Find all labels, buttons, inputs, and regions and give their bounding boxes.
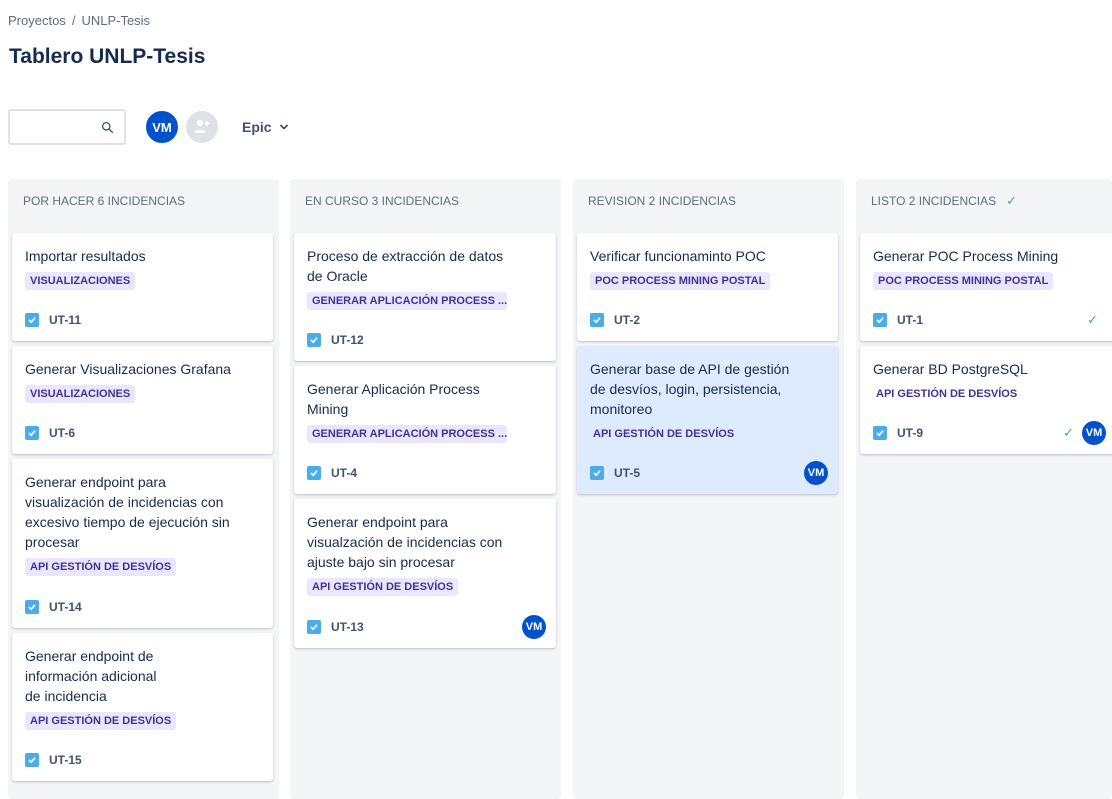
task-checkbox-icon xyxy=(873,426,887,440)
page-title: Tablero UNLP-Tesis xyxy=(9,45,206,68)
column-header: REVISION 2 INCIDENCIAS xyxy=(573,179,844,223)
card-title: Importar resultados xyxy=(25,248,146,264)
card-title: Generar endpoint para visualización de i… xyxy=(25,474,230,550)
issue-key: UT-6 xyxy=(49,426,76,440)
column-header-label: LISTO 2 INCIDENCIAS xyxy=(871,194,997,208)
task-checkbox-icon xyxy=(25,600,39,614)
task-checkbox-icon xyxy=(307,333,321,347)
issue-card[interactable]: Generar Visualizaciones Grafana VISUALIZ… xyxy=(12,346,273,454)
issue-key: UT-2 xyxy=(614,313,641,327)
breadcrumb-project-link[interactable]: UNLP-Tesis xyxy=(81,13,150,28)
card-title: Proceso de extracción de datos de Oracle xyxy=(307,248,504,284)
column-in-progress: EN CURSO 3 INCIDENCIAS Proceso de extrac… xyxy=(290,179,561,799)
done-checkmark-icon: ✓ xyxy=(1063,425,1074,440)
epic-tag: GENERAR APLICACIÓN PROCESS ... xyxy=(307,425,507,443)
column-header-label: EN CURSO 3 INCIDENCIAS xyxy=(305,194,460,208)
checkmark-icon: ✓ xyxy=(1006,193,1018,208)
column-done: LISTO 2 INCIDENCIAS ✓ Generar POC Proces… xyxy=(856,179,1112,799)
breadcrumb: Proyectos / UNLP-Tesis xyxy=(8,13,150,28)
board-toolbar: VM Epic xyxy=(8,107,289,147)
task-checkbox-icon xyxy=(307,466,321,480)
chevron-down-icon xyxy=(279,124,288,130)
issue-key: UT-13 xyxy=(331,620,364,634)
issue-card[interactable]: Generar endpoint de información adiciona… xyxy=(12,633,273,781)
epic-filter-label: Epic xyxy=(242,119,272,135)
column-header: EN CURSO 3 INCIDENCIAS xyxy=(290,179,561,223)
task-checkbox-icon xyxy=(307,620,321,634)
epic-tag: API GESTIÓN DE DESVÍOS xyxy=(593,428,735,440)
task-checkbox-icon xyxy=(873,313,887,327)
epic-tag: VISUALIZACIONES xyxy=(25,272,136,290)
issue-key: UT-15 xyxy=(49,753,82,767)
column-review: REVISION 2 INCIDENCIAS Verificar funcion… xyxy=(573,179,844,799)
epic-tag: API GESTIÓN DE DESVÍOS xyxy=(25,558,177,576)
issue-key: UT-5 xyxy=(614,466,641,480)
issue-card[interactable]: Proceso de extracción de datos de Oracle… xyxy=(294,233,556,361)
issue-card[interactable]: Generar BD PostgreSQL API GESTIÓN DE DES… xyxy=(860,346,1112,454)
search-box[interactable] xyxy=(8,109,126,145)
issue-key: UT-4 xyxy=(331,466,358,480)
add-people-button[interactable] xyxy=(186,111,218,143)
card-title: Generar endpoint para visualzación de in… xyxy=(307,514,503,570)
assignee-avatar[interactable]: VM xyxy=(804,461,828,485)
epic-tag: GENERAR APLICACIÓN PROCESS ... xyxy=(307,292,507,310)
card-title: Generar Aplicación Process Mining xyxy=(307,381,480,417)
task-checkbox-icon xyxy=(25,313,39,327)
issue-key: UT-11 xyxy=(49,313,82,327)
task-checkbox-icon xyxy=(590,466,604,480)
card-title: Generar Visualizaciones Grafana xyxy=(25,361,231,377)
issue-key: UT-9 xyxy=(897,426,924,440)
epic-filter-dropdown[interactable]: Epic xyxy=(242,119,289,135)
column-header-label: POR HACER 6 INCIDENCIAS xyxy=(23,194,186,208)
epic-tag: API GESTIÓN DE DESVÍOS xyxy=(876,388,1018,400)
done-checkmark-icon: ✓ xyxy=(1087,312,1098,327)
epic-tag: VISUALIZACIONES xyxy=(25,385,136,403)
assignee-avatar[interactable]: VM xyxy=(1082,421,1106,445)
column-header-label: REVISION 2 INCIDENCIAS xyxy=(588,194,737,208)
search-icon xyxy=(101,121,114,133)
issue-card[interactable]: Importar resultados VISUALIZACIONES UT-1… xyxy=(12,233,273,341)
column-header: LISTO 2 INCIDENCIAS ✓ xyxy=(856,179,1112,223)
add-people-icon xyxy=(194,119,210,133)
search-input[interactable] xyxy=(17,118,101,136)
card-title: Verificar funcionaminto POC xyxy=(590,248,766,264)
card-title: Generar BD PostgreSQL xyxy=(873,361,1028,377)
issue-card[interactable]: Generar Aplicación Process Mining GENERA… xyxy=(294,366,556,494)
issue-card[interactable]: Generar endpoint para visualzación de in… xyxy=(294,499,556,648)
task-checkbox-icon xyxy=(25,426,39,440)
user-avatar-filter[interactable]: VM xyxy=(144,109,180,145)
issue-key: UT-12 xyxy=(331,333,364,347)
task-checkbox-icon xyxy=(590,313,604,327)
assignee-avatar[interactable]: VM xyxy=(522,615,546,639)
issue-card[interactable]: Generar endpoint para visualización de i… xyxy=(12,459,273,628)
card-title: Generar base de API de gestión de desvío… xyxy=(590,361,790,417)
breadcrumb-projects-link[interactable]: Proyectos xyxy=(8,13,66,28)
epic-tag: API GESTIÓN DE DESVÍOS xyxy=(25,712,177,730)
epic-tag: API GESTIÓN DE DESVÍOS xyxy=(307,578,459,596)
card-title: Generar endpoint de información adiciona… xyxy=(25,648,157,704)
issue-card[interactable]: Verificar funcionaminto POC POC PROCESS … xyxy=(577,233,838,341)
issue-card[interactable]: Generar POC Process Mining POC PROCESS M… xyxy=(860,233,1112,341)
issue-key: UT-1 xyxy=(897,313,924,327)
column-todo: POR HACER 6 INCIDENCIAS Importar resulta… xyxy=(8,179,279,799)
epic-tag: POC PROCESS MINING POSTAL xyxy=(590,272,771,290)
column-header: POR HACER 6 INCIDENCIAS xyxy=(8,179,279,223)
issue-card-selected[interactable]: Generar base de API de gestión de desvío… xyxy=(577,346,838,494)
card-title: Generar POC Process Mining xyxy=(873,248,1059,264)
issue-key: UT-14 xyxy=(49,600,82,614)
epic-tag: POC PROCESS MINING POSTAL xyxy=(873,272,1054,290)
breadcrumb-separator: / xyxy=(71,13,76,28)
task-checkbox-icon xyxy=(25,753,39,767)
